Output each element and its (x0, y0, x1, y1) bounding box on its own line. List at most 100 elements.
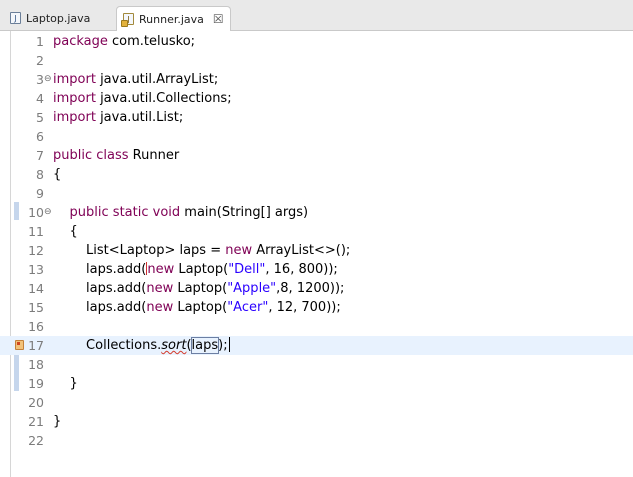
keyword-token: new (225, 243, 253, 258)
code-text: laps.add(new Laptop("Dell", 16, 800)); (53, 260, 338, 279)
code-line[interactable]: 16 (0, 317, 633, 336)
java-file-icon: J (10, 12, 21, 24)
keyword-token: void (152, 205, 181, 220)
code-line[interactable]: 21} (0, 412, 633, 431)
code-token: { (53, 167, 62, 182)
code-line[interactable]: 3 ⊖ import java.util.ArrayList; (0, 70, 633, 89)
code-token: { (53, 224, 78, 239)
collapse-fold-icon[interactable]: ⊖ (44, 70, 52, 89)
code-line[interactable]: 10 ⊖ public static void main(String[] arg… (0, 203, 633, 222)
string-token: "Acer" (227, 300, 269, 315)
code-line[interactable]: 5 import java.util.List; (0, 108, 633, 127)
line-number: 7 (36, 148, 44, 163)
code-text: import java.util.Collections; (53, 89, 232, 108)
keyword-token: new (146, 281, 174, 296)
code-line[interactable]: 18 (0, 355, 633, 374)
code-line[interactable]: 2 (0, 51, 633, 70)
code-text: public class Runner (53, 146, 179, 165)
line-number: 18 (28, 357, 44, 372)
code-line[interactable]: 14 laps.add(new Laptop("Apple",8, 1200))… (0, 279, 633, 298)
code-line[interactable]: 7 public class Runner (0, 146, 633, 165)
code-text: { (53, 165, 61, 184)
line-number: 1 (36, 34, 44, 49)
code-line[interactable]: 12 List<Laptop> laps = new ArrayList<>()… (0, 241, 633, 260)
code-text: } (53, 374, 78, 393)
code-line[interactable]: 13 laps.add(new Laptop("Dell", 16, 800))… (0, 260, 633, 279)
code-token: Laptop( (173, 300, 228, 315)
keyword-token: new (146, 300, 174, 315)
close-tab-icon[interactable]: ☒ (213, 12, 224, 26)
code-line[interactable]: 20 (0, 393, 633, 412)
code-token: laps.add( (53, 281, 147, 296)
line-number: 4 (36, 91, 44, 106)
code-token: ( (186, 338, 192, 353)
code-text: List<Laptop> laps = new ArrayList<>(); (53, 241, 350, 260)
string-token: "Apple" (227, 281, 277, 296)
string-token: "Dell" (228, 262, 266, 277)
code-text: Collections.sort(laps); (53, 336, 230, 355)
keyword-token: public (69, 205, 109, 220)
tab-laptop-java[interactable]: J Laptop.java (4, 6, 96, 30)
line-number: 3 (36, 72, 44, 87)
editor-tab-bar: J Laptop.java J Runner.java ☒ (0, 0, 633, 31)
keyword-token: static (112, 205, 149, 220)
keyword-token: import (53, 91, 96, 106)
code-token: , 16, 800)); (265, 262, 338, 277)
line-number: 15 (28, 300, 44, 315)
code-line[interactable]: 6 (0, 127, 633, 146)
code-line[interactable]: 17 Collections.sort(laps); (0, 336, 633, 355)
code-text: import java.util.ArrayList; (53, 70, 218, 89)
tab-label: Laptop.java (26, 11, 91, 25)
text-caret (228, 337, 230, 352)
code-text: import java.util.List; (53, 108, 183, 127)
collapse-fold-icon[interactable]: ⊖ (44, 203, 52, 222)
line-number: 10 (28, 205, 44, 220)
code-token: Laptop( (173, 281, 228, 296)
code-token: java.util.Collections; (95, 91, 232, 106)
code-token: List<Laptop> laps = (53, 243, 226, 258)
line-number: 8 (36, 167, 44, 182)
error-token: sort (161, 338, 187, 353)
code-line[interactable]: 8{ (0, 165, 633, 184)
keyword-token: class (96, 148, 129, 163)
java-file-warning-icon: J (121, 13, 134, 27)
code-line[interactable]: 4 import java.util.Collections; (0, 89, 633, 108)
code-text: laps.add(new Laptop("Acer", 12, 700)); (53, 298, 341, 317)
code-token: Laptop( (174, 262, 229, 277)
code-line[interactable]: 9 (0, 184, 633, 203)
code-token: } (53, 376, 78, 391)
line-number: 22 (28, 433, 44, 448)
line-number: 21 (28, 414, 44, 429)
code-editor[interactable]: 1 package com.telusko; 2 3 ⊖ import java.util… (0, 31, 633, 477)
highlighted-token: laps (190, 337, 220, 354)
keyword-token: package (53, 34, 108, 49)
code-line[interactable]: 11 { (0, 222, 633, 241)
line-number: 6 (36, 129, 44, 144)
line-number: 17 (28, 338, 44, 353)
code-line[interactable]: 15 laps.add(new Laptop("Acer", 12, 700))… (0, 298, 633, 317)
code-token: laps.add( (53, 300, 147, 315)
code-token: Runner (128, 148, 180, 163)
code-line[interactable]: 19 } (0, 374, 633, 393)
tab-runner-java[interactable]: J Runner.java ☒ (116, 6, 231, 31)
line-number: 9 (36, 186, 44, 201)
code-token: ArrayList<>(); (252, 243, 351, 258)
line-number: 20 (28, 395, 44, 410)
line-number: 11 (28, 224, 44, 239)
code-text: { (53, 222, 78, 241)
code-text: public static void main(String[] args) (53, 203, 309, 222)
code-token: java.util.ArrayList; (95, 72, 219, 87)
code-token: laps.add( (53, 262, 147, 277)
code-line[interactable]: 22 (0, 431, 633, 450)
line-number: 16 (28, 319, 44, 334)
code-line[interactable]: 1 package com.telusko; (0, 32, 633, 51)
line-number: 13 (28, 262, 44, 277)
code-token: java.util.List; (95, 110, 184, 125)
line-number: 2 (36, 53, 44, 68)
code-token: Collections. (53, 338, 162, 353)
keyword-token: import (53, 72, 96, 87)
code-token: , 12, 700)); (268, 300, 341, 315)
code-text: } (53, 412, 61, 431)
code-token: } (53, 414, 62, 429)
